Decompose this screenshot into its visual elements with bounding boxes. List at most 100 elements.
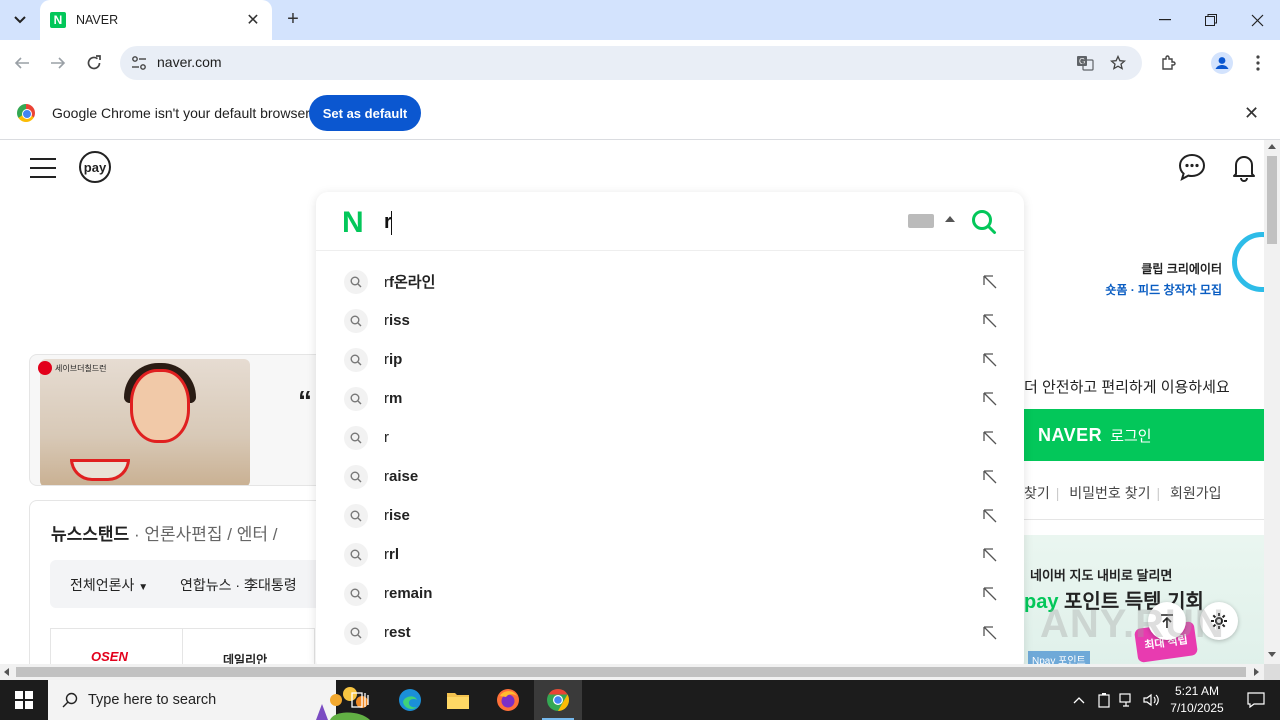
naver-n-logo[interactable]: N [342, 206, 364, 240]
horizontal-scrollbar[interactable] [0, 664, 1264, 680]
tab-close-icon[interactable]: ✕ [244, 10, 262, 30]
bookmark-star-icon[interactable] [1109, 54, 1127, 72]
signup-link[interactable]: 회원가입 [1170, 485, 1222, 501]
tab-publisher-edit[interactable]: 언론사편집 [144, 525, 222, 544]
suggestion-item[interactable]: rrl [316, 535, 1024, 574]
suggestion-item[interactable]: rise [316, 496, 1024, 535]
suggestion-text: rm [384, 390, 403, 407]
publisher-card-dailian[interactable]: 데일리안 [182, 628, 315, 664]
site-settings-icon[interactable] [130, 54, 148, 72]
scroll-right-arrow[interactable] [1254, 668, 1259, 676]
suggestion-item[interactable]: remain [316, 574, 1024, 613]
horizontal-scroll-thumb[interactable] [16, 667, 1246, 677]
restore-icon [1205, 14, 1217, 26]
login-description: 더 안전하고 편리하게 이용하세요 [1024, 379, 1230, 396]
menu-kebab-icon[interactable] [1246, 51, 1270, 75]
slash-separator: / [272, 525, 278, 544]
system-clock[interactable]: 5:21 AM 7/10/2025 [1162, 683, 1232, 717]
naver-login-button[interactable]: NAVER 로그인 [1024, 409, 1264, 461]
suggestion-item[interactable]: rest [316, 613, 1024, 652]
tab-title: NAVER [76, 13, 119, 27]
clip-logo-icon [1232, 232, 1264, 292]
show-hidden-icons-chevron-icon[interactable] [1068, 680, 1090, 720]
start-button[interactable] [0, 680, 48, 720]
suggestion-item[interactable]: r [316, 418, 1024, 457]
volume-icon[interactable] [1140, 680, 1162, 720]
close-window-button[interactable] [1234, 0, 1280, 40]
battery-saver-icon[interactable] [1094, 680, 1114, 720]
extensions-icon[interactable] [1157, 51, 1181, 75]
chrome-taskbar-button[interactable] [534, 680, 582, 720]
fill-query-arrow-icon[interactable] [982, 625, 998, 641]
forward-button[interactable] [46, 51, 70, 75]
taskbar-search-placeholder: Type here to search [88, 692, 217, 708]
file-explorer-button[interactable] [434, 680, 482, 720]
task-view-icon [351, 692, 369, 708]
back-button[interactable] [10, 51, 34, 75]
tab-entertainment[interactable]: 엔터 [237, 525, 268, 544]
suggestion-text: riss [384, 312, 410, 329]
fill-query-arrow-icon[interactable] [982, 430, 998, 446]
fill-query-arrow-icon[interactable] [982, 547, 998, 563]
new-tab-button[interactable]: + [282, 8, 304, 30]
suggestion-item[interactable]: rm [316, 379, 1024, 418]
suggestion-item[interactable]: rip [316, 340, 1024, 379]
collapse-arrow-icon[interactable] [945, 216, 955, 222]
clip-creator-promo[interactable]: 클립 크리에이터 숏폼 · 피드 창작자 모집 [1090, 260, 1222, 298]
fill-query-arrow-icon[interactable] [982, 586, 998, 602]
talk-chat-icon[interactable] [1177, 152, 1207, 182]
fill-query-arrow-icon[interactable] [982, 508, 998, 524]
keyboard-icon[interactable] [908, 214, 934, 228]
banner-quote-mark: “ [298, 385, 312, 416]
scrollbar-corner [1264, 664, 1280, 680]
browser-toolbar: naver.com G [0, 40, 1280, 86]
newsstand-title[interactable]: 뉴스스탠드 [51, 525, 129, 544]
edge-taskbar-button[interactable] [386, 680, 434, 720]
firefox-taskbar-button[interactable] [484, 680, 532, 720]
address-bar[interactable]: naver.com G [120, 46, 1142, 80]
suggestion-item[interactable]: riss [316, 301, 1024, 340]
naver-pay-button[interactable]: pay [79, 151, 111, 183]
suggestion-item[interactable]: raise [316, 457, 1024, 496]
save-the-children-banner[interactable]: 세이브더칠드런 “ [29, 354, 329, 486]
all-publishers-dropdown[interactable]: 전체언론사 ▼ [70, 575, 148, 595]
profile-avatar-icon[interactable] [1210, 51, 1234, 75]
vertical-scroll-thumb[interactable] [1267, 156, 1277, 244]
vertical-scrollbar[interactable] [1264, 140, 1280, 664]
search-divider [316, 250, 1024, 251]
task-view-button[interactable] [336, 680, 384, 720]
taskbar-search-box[interactable]: Type here to search [48, 680, 370, 720]
fill-query-arrow-icon[interactable] [982, 469, 998, 485]
news-filter-bar: 전체언론사 ▼ 연합뉴스 · 李대통령 [50, 560, 330, 608]
tab-search-button[interactable] [8, 8, 32, 32]
naver-wordmark: NAVER [1038, 424, 1103, 445]
hamburger-menu-icon[interactable] [30, 158, 56, 178]
reload-button[interactable] [82, 51, 106, 75]
search-submit-icon[interactable] [970, 208, 998, 236]
clock-date: 7/10/2025 [1170, 701, 1224, 715]
find-password-link[interactable]: 비밀번호 찾기 [1069, 485, 1150, 501]
restore-button[interactable] [1188, 0, 1234, 40]
scroll-left-arrow[interactable] [4, 668, 9, 676]
translate-icon[interactable]: G [1076, 54, 1094, 72]
fill-query-arrow-icon[interactable] [982, 391, 998, 407]
notification-bell-icon[interactable] [1229, 152, 1259, 182]
minimize-button[interactable] [1142, 0, 1188, 40]
banner-brand: 세이브더칠드런 [38, 361, 107, 375]
notification-center-button[interactable] [1232, 680, 1280, 720]
fill-query-arrow-icon[interactable] [982, 313, 998, 329]
tab-naver[interactable]: N NAVER ✕ [40, 0, 272, 40]
suggestion-item[interactable]: rf온라인 [316, 262, 1024, 301]
set-as-default-button[interactable]: Set as default [309, 95, 421, 131]
infobar-close-icon[interactable]: ✕ [1244, 103, 1259, 124]
find-id-link[interactable]: 찾기 [1024, 485, 1050, 501]
url-text[interactable]: naver.com [157, 54, 222, 70]
scroll-down-arrow[interactable] [1268, 652, 1276, 657]
search-icon [344, 542, 368, 567]
scroll-up-arrow[interactable] [1268, 144, 1276, 149]
headline-ticker[interactable]: 연합뉴스 · 李대통령 [180, 575, 297, 595]
publisher-card-osen[interactable]: OSEN [50, 628, 183, 664]
network-icon[interactable] [1116, 680, 1138, 720]
fill-query-arrow-icon[interactable] [982, 274, 998, 290]
fill-query-arrow-icon[interactable] [982, 352, 998, 368]
